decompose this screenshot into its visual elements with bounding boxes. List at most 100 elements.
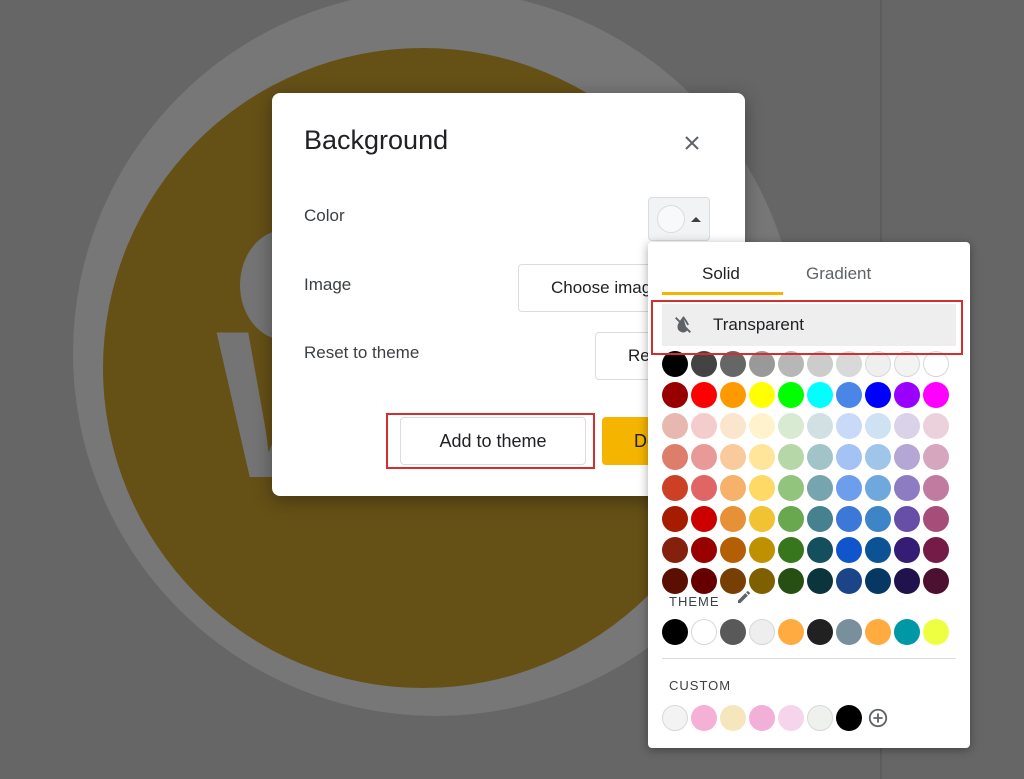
custom-color-swatch-0[interactable] bbox=[662, 705, 688, 731]
color-swatch-r4-c7[interactable] bbox=[865, 475, 891, 501]
custom-color-swatch-5[interactable] bbox=[807, 705, 833, 731]
color-swatch-r4-c4[interactable] bbox=[778, 475, 804, 501]
close-button[interactable] bbox=[676, 127, 708, 159]
theme-color-swatch-8[interactable] bbox=[894, 619, 920, 645]
tab-solid[interactable]: Solid bbox=[702, 264, 740, 284]
color-swatch-r2-c6[interactable] bbox=[836, 413, 862, 439]
color-swatch-r0-c8[interactable] bbox=[894, 351, 920, 377]
color-swatch-r1-c3[interactable] bbox=[749, 382, 775, 408]
custom-color-swatch-2[interactable] bbox=[720, 705, 746, 731]
color-swatch-r3-c7[interactable] bbox=[865, 444, 891, 470]
color-swatch-r5-c8[interactable] bbox=[894, 506, 920, 532]
color-swatch-r2-c0[interactable] bbox=[662, 413, 688, 439]
color-swatch-r5-c7[interactable] bbox=[865, 506, 891, 532]
color-swatch-r3-c0[interactable] bbox=[662, 444, 688, 470]
color-swatch-r6-c5[interactable] bbox=[807, 537, 833, 563]
theme-color-swatch-9[interactable] bbox=[923, 619, 949, 645]
color-swatch-r1-c9[interactable] bbox=[923, 382, 949, 408]
color-swatch-r4-c0[interactable] bbox=[662, 475, 688, 501]
color-swatch-r5-c9[interactable] bbox=[923, 506, 949, 532]
color-swatch-r0-c6[interactable] bbox=[836, 351, 862, 377]
color-swatch-r3-c6[interactable] bbox=[836, 444, 862, 470]
color-swatch-r6-c7[interactable] bbox=[865, 537, 891, 563]
color-swatch-r5-c0[interactable] bbox=[662, 506, 688, 532]
pencil-icon[interactable] bbox=[736, 589, 752, 610]
color-swatch-r7-c0[interactable] bbox=[662, 568, 688, 594]
color-swatch-r4-c8[interactable] bbox=[894, 475, 920, 501]
color-swatch-r3-c1[interactable] bbox=[691, 444, 717, 470]
theme-color-swatch-5[interactable] bbox=[807, 619, 833, 645]
color-swatch-r2-c3[interactable] bbox=[749, 413, 775, 439]
color-swatch-r5-c3[interactable] bbox=[749, 506, 775, 532]
custom-color-swatch-6[interactable] bbox=[836, 705, 862, 731]
color-swatch-r2-c5[interactable] bbox=[807, 413, 833, 439]
custom-color-swatch-1[interactable] bbox=[691, 705, 717, 731]
color-swatch-r7-c6[interactable] bbox=[836, 568, 862, 594]
color-swatch-r6-c9[interactable] bbox=[923, 537, 949, 563]
color-swatch-r0-c0[interactable] bbox=[662, 351, 688, 377]
add-circle-icon[interactable] bbox=[865, 705, 891, 731]
color-swatch-r2-c8[interactable] bbox=[894, 413, 920, 439]
color-swatch-r1-c5[interactable] bbox=[807, 382, 833, 408]
color-swatch-r6-c3[interactable] bbox=[749, 537, 775, 563]
color-swatch-r6-c1[interactable] bbox=[691, 537, 717, 563]
color-swatch-r4-c1[interactable] bbox=[691, 475, 717, 501]
add-to-theme-button[interactable]: Add to theme bbox=[400, 417, 586, 465]
color-swatch-r1-c6[interactable] bbox=[836, 382, 862, 408]
color-swatch-r3-c2[interactable] bbox=[720, 444, 746, 470]
color-swatch-r0-c9[interactable] bbox=[923, 351, 949, 377]
color-swatch-r5-c1[interactable] bbox=[691, 506, 717, 532]
color-dropdown-button[interactable] bbox=[648, 197, 710, 241]
theme-color-swatch-6[interactable] bbox=[836, 619, 862, 645]
color-swatch-r7-c9[interactable] bbox=[923, 568, 949, 594]
color-swatch-r7-c7[interactable] bbox=[865, 568, 891, 594]
color-swatch-r2-c9[interactable] bbox=[923, 413, 949, 439]
color-swatch-r1-c4[interactable] bbox=[778, 382, 804, 408]
color-swatch-r3-c8[interactable] bbox=[894, 444, 920, 470]
theme-color-swatch-2[interactable] bbox=[720, 619, 746, 645]
color-swatch-r4-c6[interactable] bbox=[836, 475, 862, 501]
color-swatch-r1-c1[interactable] bbox=[691, 382, 717, 408]
transparent-option[interactable]: Transparent bbox=[662, 304, 956, 346]
tab-gradient[interactable]: Gradient bbox=[806, 264, 871, 284]
color-swatch-r2-c7[interactable] bbox=[865, 413, 891, 439]
color-swatch-r2-c4[interactable] bbox=[778, 413, 804, 439]
color-swatch-r0-c7[interactable] bbox=[865, 351, 891, 377]
color-swatch-r3-c9[interactable] bbox=[923, 444, 949, 470]
color-swatch-r4-c5[interactable] bbox=[807, 475, 833, 501]
color-swatch-r5-c6[interactable] bbox=[836, 506, 862, 532]
theme-color-swatch-3[interactable] bbox=[749, 619, 775, 645]
custom-color-swatch-4[interactable] bbox=[778, 705, 804, 731]
theme-color-swatch-4[interactable] bbox=[778, 619, 804, 645]
color-swatch-r7-c8[interactable] bbox=[894, 568, 920, 594]
color-swatch-r2-c2[interactable] bbox=[720, 413, 746, 439]
color-swatch-r7-c5[interactable] bbox=[807, 568, 833, 594]
color-swatch-r0-c4[interactable] bbox=[778, 351, 804, 377]
color-swatch-r6-c4[interactable] bbox=[778, 537, 804, 563]
color-swatch-r6-c0[interactable] bbox=[662, 537, 688, 563]
color-swatch-r0-c2[interactable] bbox=[720, 351, 746, 377]
color-swatch-r7-c3[interactable] bbox=[749, 568, 775, 594]
color-swatch-r3-c4[interactable] bbox=[778, 444, 804, 470]
color-swatch-r6-c2[interactable] bbox=[720, 537, 746, 563]
color-swatch-r0-c1[interactable] bbox=[691, 351, 717, 377]
color-swatch-r5-c5[interactable] bbox=[807, 506, 833, 532]
color-swatch-r1-c0[interactable] bbox=[662, 382, 688, 408]
color-swatch-r4-c3[interactable] bbox=[749, 475, 775, 501]
color-swatch-r0-c5[interactable] bbox=[807, 351, 833, 377]
theme-color-swatch-0[interactable] bbox=[662, 619, 688, 645]
color-swatch-r2-c1[interactable] bbox=[691, 413, 717, 439]
custom-color-swatch-3[interactable] bbox=[749, 705, 775, 731]
color-swatch-r7-c4[interactable] bbox=[778, 568, 804, 594]
color-swatch-r5-c2[interactable] bbox=[720, 506, 746, 532]
color-swatch-r6-c8[interactable] bbox=[894, 537, 920, 563]
theme-color-swatch-1[interactable] bbox=[691, 619, 717, 645]
color-swatch-r1-c2[interactable] bbox=[720, 382, 746, 408]
theme-color-swatch-7[interactable] bbox=[865, 619, 891, 645]
color-swatch-r5-c4[interactable] bbox=[778, 506, 804, 532]
color-swatch-r3-c5[interactable] bbox=[807, 444, 833, 470]
color-swatch-r6-c6[interactable] bbox=[836, 537, 862, 563]
color-swatch-r4-c9[interactable] bbox=[923, 475, 949, 501]
color-swatch-r4-c2[interactable] bbox=[720, 475, 746, 501]
color-swatch-r3-c3[interactable] bbox=[749, 444, 775, 470]
